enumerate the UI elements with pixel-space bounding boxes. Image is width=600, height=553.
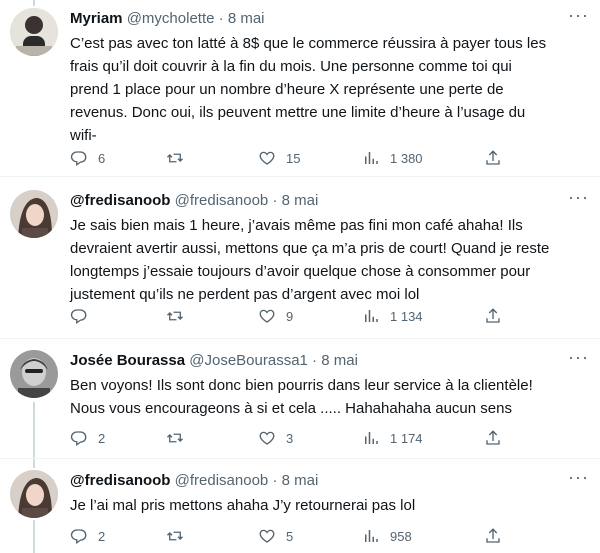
tweet[interactable]: @fredisanoob @fredisanoob · 8 mai ··· Je… <box>0 188 600 336</box>
user-handle[interactable]: @fredisanoob <box>175 192 269 209</box>
views-button[interactable]: 1 380 <box>362 148 423 168</box>
tweet-text: Je l’ai mal pris mettons ahaha J’y retou… <box>70 497 416 514</box>
like-icon <box>259 309 275 323</box>
thread-line <box>33 0 35 6</box>
display-name[interactable]: Myriam <box>70 10 123 27</box>
tweet-actions: 9 1 134 <box>70 306 520 326</box>
reply-icon <box>70 529 87 545</box>
share-icon <box>486 430 500 445</box>
share-icon <box>486 150 500 165</box>
tweet-date[interactable]: 8 mai <box>228 10 265 27</box>
views-icon <box>365 432 378 444</box>
tweet-text: Ben voyons! Ils sont donc bien pourris d… <box>70 377 533 417</box>
separator-dot: · <box>312 352 318 369</box>
avatar[interactable] <box>10 190 58 238</box>
tweet[interactable]: @fredisanoob @fredisanoob · 8 mai ··· Je… <box>0 468 600 553</box>
views-button[interactable]: 1 174 <box>362 428 423 448</box>
user-handle[interactable]: @mycholette <box>127 10 215 27</box>
like-icon <box>259 529 275 543</box>
more-icon[interactable]: ··· <box>568 6 588 28</box>
tweet-date[interactable]: 8 mai <box>321 352 358 369</box>
like-count: 3 <box>286 430 294 446</box>
tweet-actions: 2 5 958 <box>70 526 520 546</box>
tweet-text: C’est pas avec ton latté à 8$ que le com… <box>70 35 547 144</box>
views-icon <box>365 530 378 542</box>
display-name[interactable]: @fredisanoob <box>70 192 170 209</box>
display-name[interactable]: Josée Bourassa <box>70 352 185 369</box>
tweet-date[interactable]: 8 mai <box>282 472 319 489</box>
reply-count: 2 <box>98 528 106 544</box>
tweet[interactable]: Myriam @mycholette · 8 mai ··· C’est pas… <box>0 6 600 176</box>
reply-count: 6 <box>98 150 106 166</box>
tweet-actions: 2 3 1 174 <box>70 428 520 448</box>
divider <box>0 338 600 339</box>
separator-dot: · <box>218 10 224 27</box>
like-button[interactable]: 15 <box>258 148 300 168</box>
retweet-button[interactable] <box>166 306 194 326</box>
reply-icon <box>70 309 87 325</box>
like-button[interactable]: 5 <box>258 526 293 546</box>
share-icon <box>486 528 500 543</box>
like-button[interactable]: 3 <box>258 428 293 448</box>
avatar[interactable] <box>10 350 58 398</box>
like-count: 15 <box>286 150 301 166</box>
more-icon[interactable]: ··· <box>568 188 588 210</box>
share-icon <box>486 308 500 323</box>
divider <box>0 176 600 177</box>
tweet[interactable]: Josée Bourassa @JoseBourassa1 · 8 mai ··… <box>0 348 600 454</box>
share-button[interactable] <box>484 526 502 546</box>
like-count: 5 <box>286 528 294 544</box>
reply-icon <box>70 431 87 447</box>
retweet-button[interactable] <box>166 526 194 546</box>
reply-button[interactable] <box>70 306 98 326</box>
tweet-header: Myriam @mycholette · 8 mai <box>70 8 265 30</box>
views-icon <box>365 152 378 164</box>
retweet-icon <box>167 153 183 163</box>
tweet-text: Je sais bien mais 1 heure, j’avais même … <box>70 217 550 303</box>
tweet-header: @fredisanoob @fredisanoob · 8 mai <box>70 190 318 212</box>
like-button[interactable]: 9 <box>258 306 293 326</box>
share-button[interactable] <box>484 148 502 168</box>
reply-icon <box>70 151 87 167</box>
more-icon[interactable]: ··· <box>568 348 588 370</box>
share-button[interactable] <box>484 306 502 326</box>
like-icon <box>259 431 275 445</box>
share-button[interactable] <box>484 428 502 448</box>
tweet-date[interactable]: 8 mai <box>282 192 319 209</box>
tweet-header: @fredisanoob @fredisanoob · 8 mai <box>70 470 318 492</box>
views-count: 1 380 <box>390 150 423 166</box>
reply-button[interactable]: 2 <box>70 526 105 546</box>
separator-dot: · <box>272 192 278 209</box>
separator-dot: · <box>272 472 278 489</box>
like-icon <box>259 151 275 165</box>
reply-count: 2 <box>98 430 106 446</box>
display-name[interactable]: @fredisanoob <box>70 472 170 489</box>
views-button[interactable]: 958 <box>362 526 412 546</box>
reply-button[interactable]: 2 <box>70 428 105 448</box>
tweet-actions: 6 15 1 380 <box>70 148 520 168</box>
views-count: 1 134 <box>390 308 423 324</box>
avatar[interactable] <box>10 8 58 56</box>
user-handle[interactable]: @fredisanoob <box>175 472 269 489</box>
retweet-button[interactable] <box>166 428 194 448</box>
retweet-button[interactable] <box>166 148 194 168</box>
views-count: 958 <box>390 528 412 544</box>
tweet-header: Josée Bourassa @JoseBourassa1 · 8 mai <box>70 350 358 372</box>
reply-button[interactable]: 6 <box>70 148 105 168</box>
user-handle[interactable]: @JoseBourassa1 <box>189 352 308 369</box>
like-count: 9 <box>286 308 294 324</box>
views-count: 1 174 <box>390 430 423 446</box>
views-icon <box>365 310 378 322</box>
more-icon[interactable]: ··· <box>568 468 588 490</box>
avatar[interactable] <box>10 470 58 518</box>
retweet-icon <box>167 433 183 443</box>
views-button[interactable]: 1 134 <box>362 306 423 326</box>
divider <box>0 458 600 459</box>
retweet-icon <box>167 531 183 541</box>
retweet-icon <box>167 311 183 321</box>
